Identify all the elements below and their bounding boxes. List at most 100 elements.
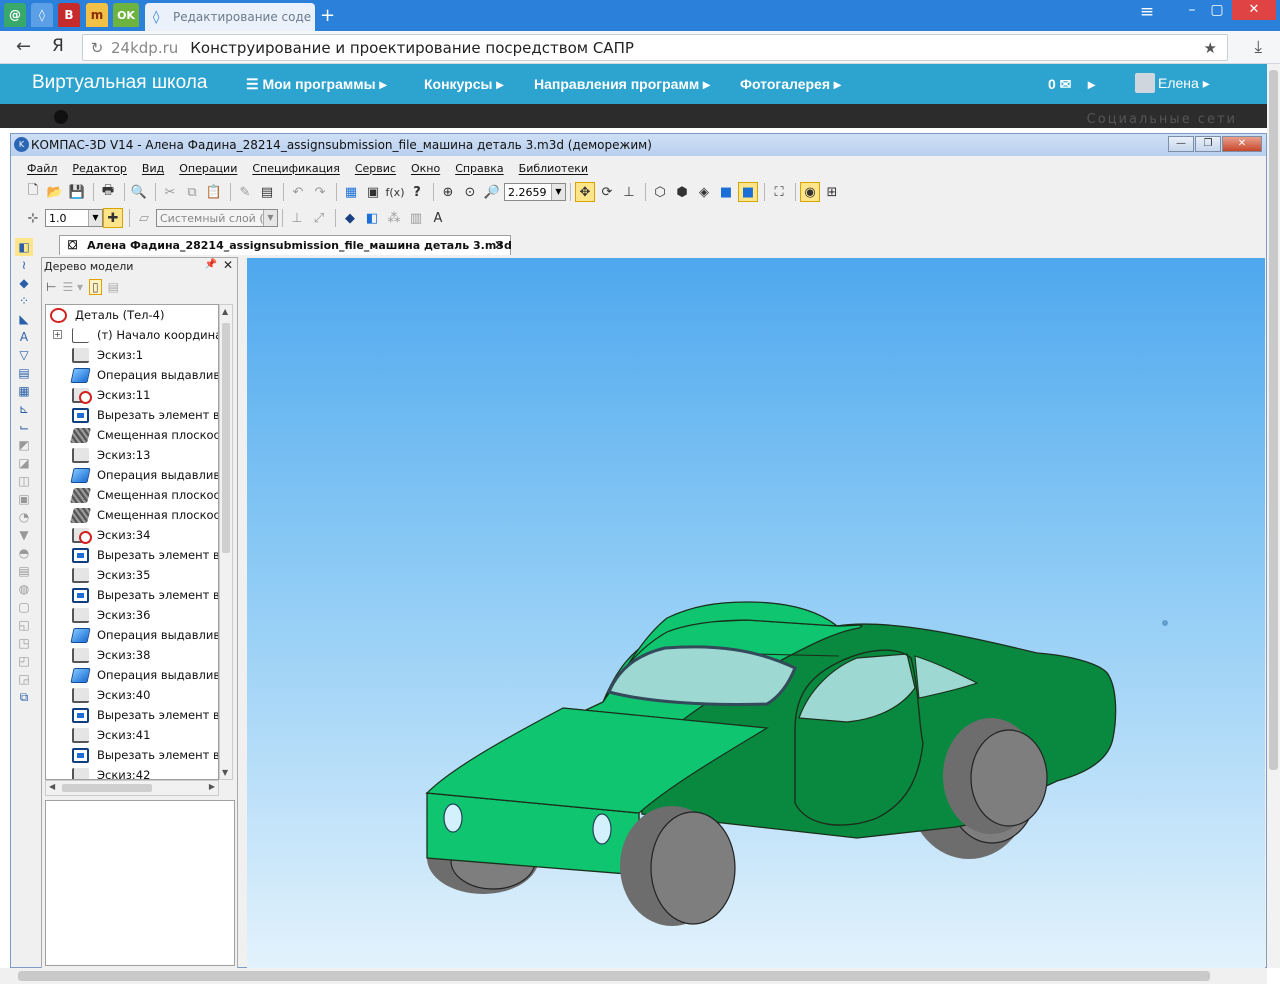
help-icon[interactable]: ? bbox=[407, 182, 427, 202]
menu-libraries[interactable]: Библиотеки bbox=[519, 162, 588, 175]
gray-tool-8-icon[interactable]: ▤ bbox=[15, 562, 33, 580]
nav-gallery[interactable]: Фотогалерея ▸ bbox=[740, 76, 841, 93]
redo-icon[interactable]: ↷ bbox=[310, 182, 330, 202]
measure-icon[interactable]: A bbox=[15, 328, 33, 346]
reload-icon[interactable]: ↻ bbox=[83, 39, 111, 57]
tree-node[interactable]: Эскиз:1 bbox=[46, 345, 218, 365]
gray-tool-11-icon[interactable]: ◱ bbox=[15, 616, 33, 634]
library-icon[interactable]: ▣ bbox=[363, 182, 383, 202]
pinned-tab-1[interactable]: @ bbox=[4, 3, 26, 27]
thin-lines-icon[interactable]: ◈ bbox=[694, 182, 714, 202]
filter-icon[interactable]: ▽ bbox=[15, 346, 33, 364]
pin-icon[interactable]: 📌 bbox=[205, 259, 217, 270]
sheet-metal-icon[interactable]: ⌙ bbox=[15, 418, 33, 436]
expand-icon[interactable]: + bbox=[53, 330, 62, 339]
body-icon[interactable]: ◧ bbox=[362, 208, 382, 228]
tree-horizontal-scrollbar[interactable]: ◀ ▶ bbox=[45, 780, 219, 796]
tree-node[interactable]: Смещенная плоскос bbox=[46, 505, 218, 525]
snap-icon[interactable]: ✚ bbox=[103, 208, 123, 228]
preview-icon[interactable]: 🔍 bbox=[129, 182, 149, 202]
layer-icon[interactable]: ▱ bbox=[134, 208, 154, 228]
nav-directions[interactable]: Направления программ ▸ bbox=[534, 76, 710, 93]
nav-contests[interactable]: Конкурсы ▸ bbox=[424, 76, 503, 93]
bookmark-star-icon[interactable]: ★ bbox=[1204, 39, 1217, 57]
spline-icon[interactable]: ≀ bbox=[15, 256, 33, 274]
step-cursor-icon[interactable]: ⊹ bbox=[23, 208, 43, 228]
url-field[interactable]: ↻ 24kdp.ru Конструирование и проектирова… bbox=[82, 34, 1228, 61]
tree-detail-icon[interactable]: ▤ bbox=[108, 280, 119, 294]
page-vertical-scrollbar[interactable] bbox=[1267, 64, 1280, 968]
gray-tool-3-icon[interactable]: ◫ bbox=[15, 472, 33, 490]
section-icon[interactable]: ⊞ bbox=[822, 182, 842, 202]
array-icon[interactable]: ⁂ bbox=[384, 208, 404, 228]
gray-tool-10-icon[interactable]: ▢ bbox=[15, 598, 33, 616]
array-tool-icon[interactable]: ⁘ bbox=[15, 292, 33, 310]
print-icon[interactable]: 🖶 bbox=[98, 182, 118, 202]
gray-tool-2-icon[interactable]: ◪ bbox=[15, 454, 33, 472]
aux-geometry-icon[interactable]: ◆ bbox=[15, 274, 33, 292]
tree-node[interactable]: Эскиз:13 bbox=[46, 445, 218, 465]
fx-icon[interactable]: f(x) bbox=[385, 182, 405, 202]
gray-tool-14-icon[interactable]: ◲ bbox=[15, 670, 33, 688]
gray-tool-4-icon[interactable]: ▣ bbox=[15, 490, 33, 508]
tree-node[interactable]: Эскиз:36 bbox=[46, 605, 218, 625]
zoom-all-icon[interactable]: ⊙ bbox=[460, 182, 480, 202]
kompas-minimize-button[interactable]: — bbox=[1168, 136, 1194, 152]
pinned-tab-5[interactable]: OK bbox=[113, 3, 139, 27]
user-avatar[interactable] bbox=[1135, 73, 1155, 93]
orientation-icon[interactable]: ⊥ bbox=[619, 182, 639, 202]
pinned-tab-2[interactable]: ◊ bbox=[31, 3, 53, 27]
halftone-outline-icon[interactable]: ■ bbox=[738, 182, 758, 202]
pinned-tab-3[interactable]: B bbox=[58, 3, 80, 27]
kompas-restore-button[interactable]: ❐ bbox=[1195, 136, 1221, 152]
menu-specification[interactable]: Спецификация bbox=[252, 162, 339, 175]
gray-tool-12-icon[interactable]: ◳ bbox=[15, 634, 33, 652]
hidden-lines-icon[interactable]: ⬢ bbox=[672, 182, 692, 202]
tree-node[interactable]: Операция выдавлива bbox=[46, 365, 218, 385]
minimize-button[interactable]: – bbox=[1181, 2, 1203, 22]
tree-node[interactable]: + (т) Начало координат bbox=[46, 325, 218, 345]
layer-combo[interactable]: Системный слой (0) ▼ bbox=[156, 209, 278, 227]
tree-node[interactable]: Эскиз:42 bbox=[46, 765, 218, 779]
step-combo[interactable]: 1.0 ▼ bbox=[45, 209, 103, 227]
tree-structure-icon[interactable]: ⊢ bbox=[46, 280, 56, 294]
site-brand[interactable]: Виртуальная школа bbox=[32, 72, 207, 94]
zoom-combo[interactable]: 2.2659 ▼ bbox=[504, 183, 566, 201]
macro-icon[interactable]: ⧉ bbox=[15, 688, 33, 706]
save-icon[interactable]: 💾 bbox=[67, 182, 87, 202]
orthogonal-icon[interactable]: ⊥ bbox=[287, 208, 307, 228]
gray-tool-1-icon[interactable]: ◩ bbox=[15, 436, 33, 454]
tree-node[interactable]: Эскиз:41 bbox=[46, 725, 218, 745]
close-window-button[interactable]: ✕ bbox=[1232, 0, 1276, 20]
wireframe-icon[interactable]: ⬡ bbox=[650, 182, 670, 202]
new-tab-button[interactable]: + bbox=[320, 5, 335, 26]
browser-menu-icon[interactable]: ≡ bbox=[1136, 2, 1158, 22]
tree-node[interactable]: Операция выдавлива bbox=[46, 465, 218, 485]
mirror-icon[interactable]: ▥ bbox=[406, 208, 426, 228]
variables-list-icon[interactable]: ▤ bbox=[257, 182, 277, 202]
messages-link[interactable]: 0 ✉ bbox=[1048, 76, 1071, 93]
zoom-in-icon[interactable]: 🔎 bbox=[482, 182, 502, 202]
paste-icon[interactable]: 📋 bbox=[204, 182, 224, 202]
yandex-button[interactable]: Я bbox=[52, 36, 64, 56]
tree-node[interactable]: Вырезать элемент вы bbox=[46, 545, 218, 565]
undo-icon[interactable]: ↶ bbox=[288, 182, 308, 202]
local-cs-icon[interactable]: ⤢ bbox=[309, 208, 329, 228]
report-icon[interactable]: ▦ bbox=[15, 382, 33, 400]
tree-node[interactable]: Эскиз:34 bbox=[46, 525, 218, 545]
tree-node[interactable]: Операция выдавлива bbox=[46, 625, 218, 645]
menu-editor[interactable]: Редактор bbox=[72, 162, 127, 175]
properties-icon[interactable]: ✎ bbox=[235, 182, 255, 202]
perspective-icon[interactable]: ⛶ bbox=[769, 182, 789, 202]
spec-icon[interactable]: ▤ bbox=[15, 364, 33, 382]
dimension-icon[interactable]: ⊾ bbox=[15, 400, 33, 418]
tree-node[interactable]: Вырезать элемент вы bbox=[46, 705, 218, 725]
maximize-button[interactable]: ▢ bbox=[1206, 2, 1228, 22]
cut-icon[interactable]: ✂ bbox=[160, 182, 180, 202]
manager-icon[interactable]: ▦ bbox=[341, 182, 361, 202]
tree-node[interactable]: Вырезать элемент вы bbox=[46, 405, 218, 425]
document-tab[interactable]: ⛋ Алена Фадина_28214_assignsubmission_fi… bbox=[59, 235, 512, 255]
surface-icon[interactable]: ◆ bbox=[340, 208, 360, 228]
tree-vertical-scrollbar[interactable]: ▲ ▼ bbox=[219, 304, 233, 780]
halftone-icon[interactable]: ■ bbox=[716, 182, 736, 202]
